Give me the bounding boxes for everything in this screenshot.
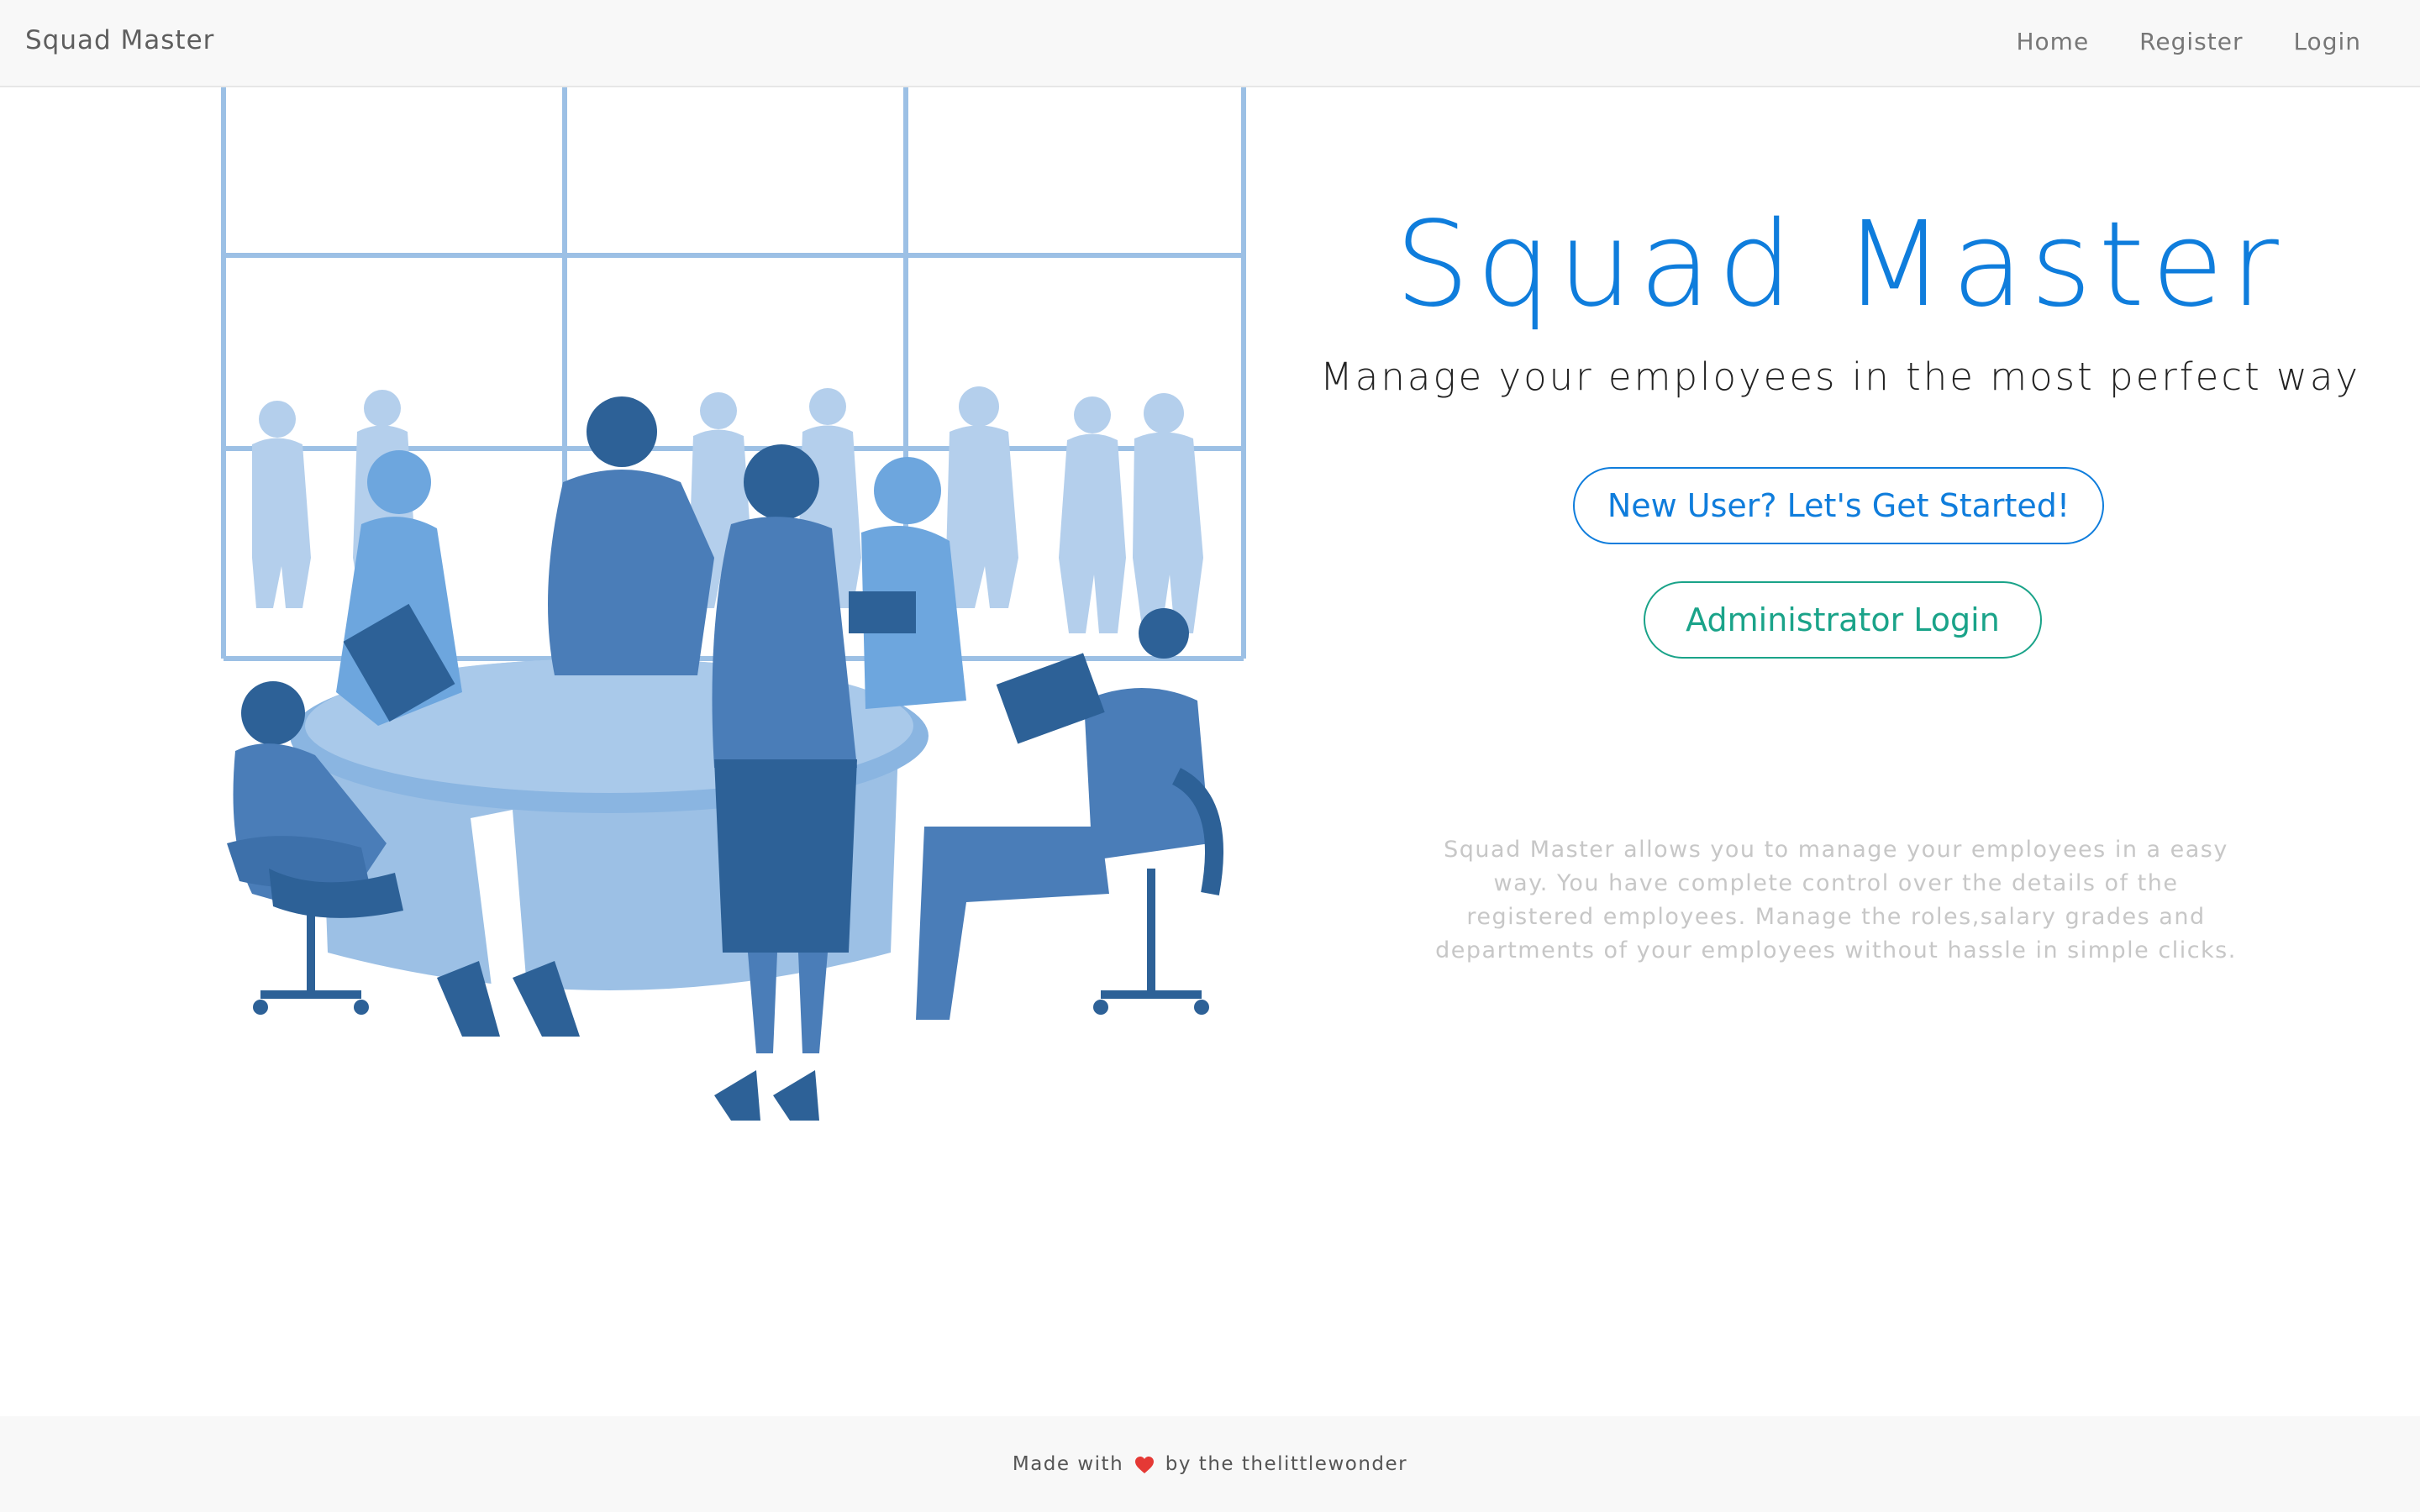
hero-subtitle: Manage your employees in the most perfec…: [1319, 354, 2361, 399]
person-woman-tablet: [336, 450, 462, 726]
brand-link[interactable]: Squad Master: [25, 25, 214, 55]
footer-suffix: by the thelittlewonder: [1165, 1453, 1408, 1475]
navbar: Squad Master Home Register Login: [0, 0, 2420, 87]
nav-link-home[interactable]: Home: [1991, 0, 2114, 87]
footer-prefix: Made with: [1012, 1453, 1124, 1475]
hero-section: Squad Master Manage your employees in th…: [1294, 87, 2386, 1347]
nav-link-register[interactable]: Register: [2114, 0, 2268, 87]
footer: Made with by the thelittlewonder: [0, 1416, 2420, 1512]
team-meeting-illustration: [221, 87, 1246, 1121]
hero-title: Squad Master: [1395, 197, 2286, 333]
heart-icon: [1134, 1456, 1154, 1473]
admin-login-button[interactable]: Administrator Login: [1644, 581, 2042, 659]
nav-links: Home Register Login: [1991, 0, 2420, 87]
nav-link-login[interactable]: Login: [2268, 0, 2420, 87]
hero-description: Squad Master allows you to manage your e…: [1435, 837, 2237, 963]
person-man-standing: [548, 396, 714, 675]
get-started-button[interactable]: New User? Let's Get Started!: [1573, 467, 2104, 544]
